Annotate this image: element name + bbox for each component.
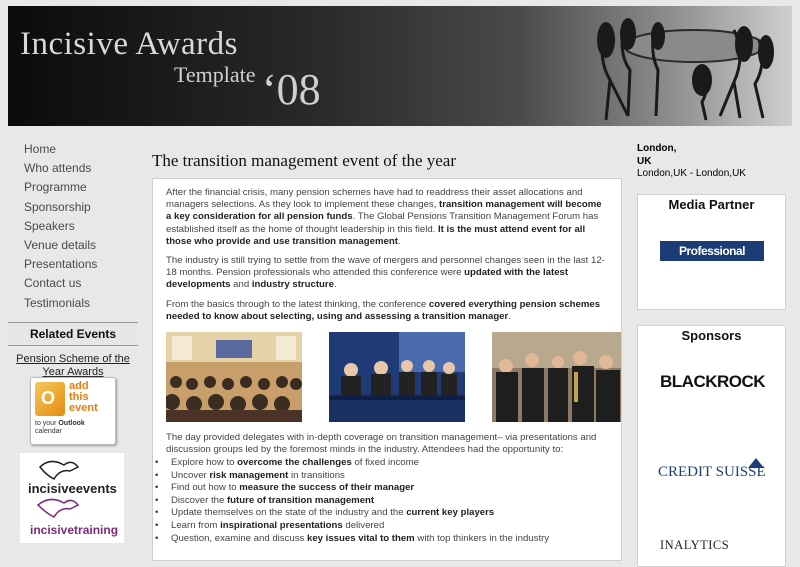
add-event-label: add this event bbox=[69, 380, 98, 414]
panel-discussion-photo bbox=[329, 332, 465, 422]
outlook-icon: O bbox=[35, 382, 65, 416]
banner-subtitle: Template bbox=[174, 62, 256, 87]
industry-paragraph: The industry is still trying to settle f… bbox=[166, 255, 605, 291]
banner-year: ‘08 bbox=[262, 65, 321, 114]
intro-paragraph: After the financial crisis, many pension… bbox=[166, 187, 602, 247]
media-partner-heading: Media Partner bbox=[668, 197, 755, 212]
benefits-list: Explore how to overcome the challenges o… bbox=[153, 457, 621, 546]
nav-sponsorship[interactable]: Sponsorship bbox=[8, 198, 138, 217]
page: Incisive Awards Template ‘08 Home Who at… bbox=[0, 0, 800, 567]
banner-title: Incisive Awards bbox=[20, 26, 239, 62]
nav-venue-details[interactable]: Venue details bbox=[8, 236, 138, 255]
incisive-events-logo[interactable]: incisiveevents bbox=[28, 481, 117, 496]
list-item: Discover the future of transition manage… bbox=[155, 495, 621, 508]
incisive-training-logo[interactable]: incisivetraining bbox=[30, 523, 118, 537]
inalytics-logo[interactable]: INALYTICS bbox=[660, 538, 729, 553]
incisive-logos: incisiveevents incisivetraining bbox=[20, 453, 124, 543]
header-banner: Incisive Awards Template ‘08 bbox=[8, 6, 792, 126]
sponsors-heading: Sponsors bbox=[681, 328, 742, 343]
sail-icon bbox=[748, 458, 764, 468]
list-item: Update themselves on the state of the in… bbox=[155, 507, 621, 520]
list-item: Question, examine and discuss key issues… bbox=[155, 533, 621, 546]
list-item: Explore how to overcome the challenges o… bbox=[155, 457, 621, 470]
nav-contact-us[interactable]: Contact us bbox=[8, 274, 138, 293]
nav-who-attends[interactable]: Who attends bbox=[8, 159, 138, 178]
audience-photo bbox=[166, 332, 302, 422]
professional-pensions-logo[interactable]: Professional Pensions bbox=[660, 241, 764, 278]
sponsors-panel: Sponsors BLACKROCK CREDIT SUISSE INALYTI… bbox=[637, 325, 786, 567]
blackrock-logo[interactable]: BLACKROCK bbox=[660, 372, 766, 392]
main-content: After the financial crisis, many pension… bbox=[152, 178, 622, 561]
page-title: The transition management event of the y… bbox=[152, 151, 456, 170]
event-location: London, UK London,UK - London,UK bbox=[637, 143, 746, 179]
networking-photo bbox=[492, 332, 621, 422]
add-to-outlook-button[interactable]: O add this event to your Outlook calenda… bbox=[30, 377, 116, 445]
nav-home[interactable]: Home bbox=[8, 140, 138, 159]
nav-programme[interactable]: Programme bbox=[8, 178, 138, 197]
related-event-link[interactable]: Pension Scheme of the Year Awards bbox=[8, 353, 138, 379]
list-item: Learn from inspirational presentations d… bbox=[155, 520, 621, 533]
nav-speakers[interactable]: Speakers bbox=[8, 217, 138, 236]
outlook-caption: to your Outlook calendar bbox=[35, 420, 85, 435]
nav-presentations[interactable]: Presentations bbox=[8, 255, 138, 274]
media-partner-panel: Media Partner Professional Pensions bbox=[637, 194, 786, 310]
sidebar-nav: Home Who attends Programme Sponsorship S… bbox=[8, 140, 138, 313]
list-item: Uncover risk management in transitions bbox=[155, 470, 621, 483]
nav-testimonials[interactable]: Testimonials bbox=[8, 294, 138, 313]
related-events-heading: Related Events bbox=[8, 322, 138, 346]
list-item: Find out how to measure the success of t… bbox=[155, 482, 621, 495]
basics-paragraph: From the basics through to the latest th… bbox=[166, 299, 601, 323]
day-summary-paragraph: The day provided delegates with in-depth… bbox=[166, 432, 597, 456]
conference-chairs-image bbox=[597, 18, 774, 121]
